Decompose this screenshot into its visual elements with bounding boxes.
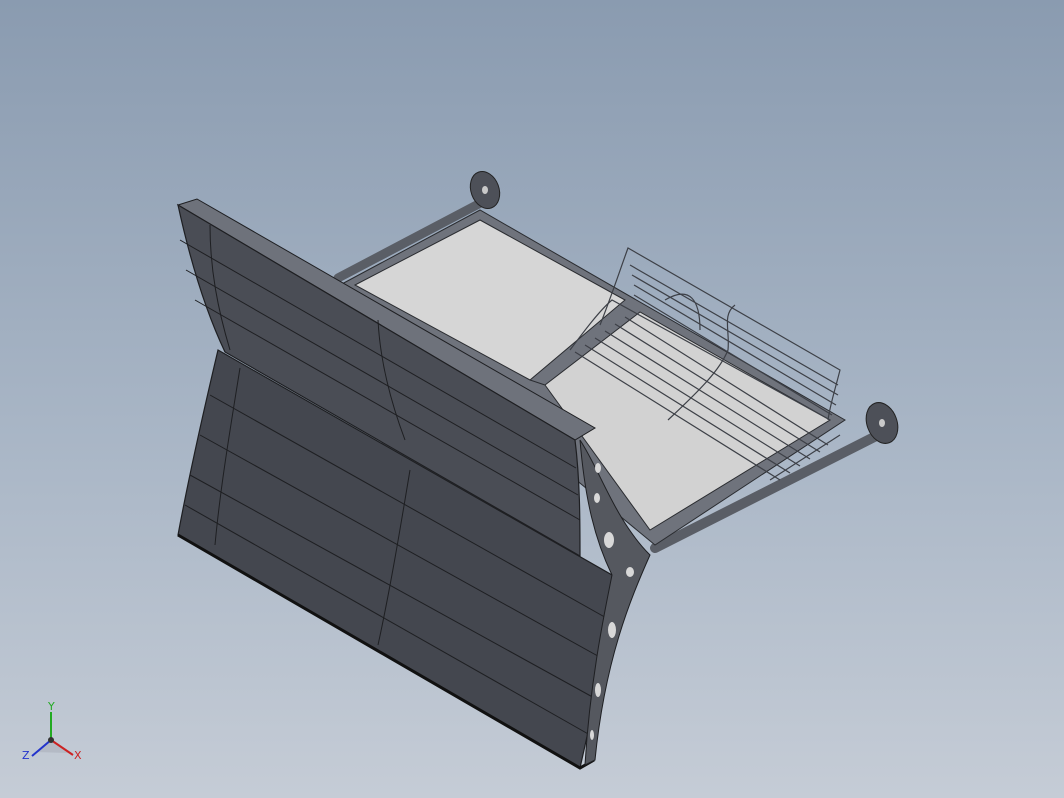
cad-model[interactable]	[0, 0, 1064, 798]
graphics-viewport[interactable]: Y X Z	[0, 0, 1064, 798]
x-axis-label: X	[74, 749, 82, 762]
coordinate-triad: Y X Z	[18, 700, 88, 770]
z-axis-label: Z	[22, 749, 30, 762]
y-axis-label: Y	[48, 700, 55, 713]
